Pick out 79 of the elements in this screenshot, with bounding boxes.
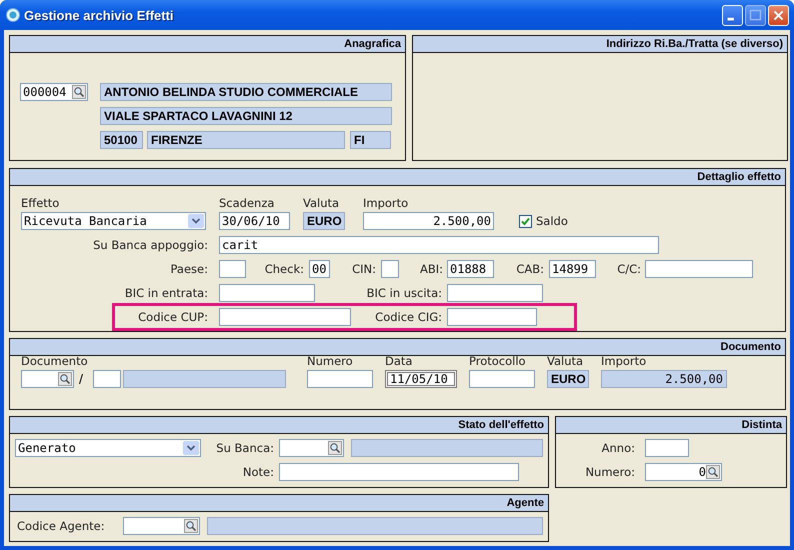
type-dropdown[interactable]: Ricevuta Bancaria xyxy=(21,212,206,230)
abi-field[interactable]: 01888 xyxy=(447,260,494,278)
checkbox-label: Saldo xyxy=(536,213,568,230)
field-label: Codice CIG: xyxy=(374,309,442,326)
bank-field[interactable]: carit xyxy=(219,236,659,254)
name-field: ANTONIO BELINDA STUDIO COMMERCIALE xyxy=(100,83,392,101)
field-label: Su Banca appoggio: xyxy=(92,237,208,254)
section-header: Agente xyxy=(10,495,548,512)
check-digits-field[interactable]: 00 xyxy=(309,260,330,278)
postal-code-field: 50100 xyxy=(100,131,143,149)
chevron-down-icon[interactable] xyxy=(188,214,204,228)
field-label: C/C: xyxy=(616,261,641,278)
due-date-field[interactable]: 30/06/10 xyxy=(219,212,290,230)
section-header: Dettaglio effetto xyxy=(10,169,785,186)
field-label: Data xyxy=(385,354,414,368)
code-field[interactable]: 000004 xyxy=(20,83,88,101)
field-label: CIN: xyxy=(351,261,376,278)
balance-checkbox[interactable] xyxy=(519,214,532,228)
document-type-field[interactable] xyxy=(21,370,74,388)
cup-field[interactable] xyxy=(219,308,351,326)
protocol-field[interactable] xyxy=(469,370,535,388)
chevron-down-icon[interactable] xyxy=(183,441,199,455)
slash-separator xyxy=(79,374,83,384)
search-icon[interactable] xyxy=(706,465,720,479)
date-field[interactable]: 11/05/10 xyxy=(385,370,457,388)
field-label: Documento xyxy=(21,354,89,368)
app-icon xyxy=(6,8,20,22)
search-icon[interactable] xyxy=(58,372,72,386)
amount-field[interactable]: 2.500,00 xyxy=(363,212,494,230)
field-label: Importo xyxy=(601,354,648,368)
field-label: Scadenza xyxy=(219,196,276,210)
cab-field[interactable]: 14899 xyxy=(549,260,596,278)
field-label: Valuta xyxy=(303,196,340,210)
year-field[interactable] xyxy=(645,439,689,457)
search-icon[interactable] xyxy=(72,85,86,99)
section-header: Indirizzo Ri.Ba./Tratta (se diverso) xyxy=(413,36,787,53)
field-label: Codice CUP: xyxy=(137,309,208,326)
address-field: VIALE SPARTACO LAVAGNINI 12 xyxy=(100,107,392,125)
country-field[interactable] xyxy=(219,260,246,278)
field-label: Effetto xyxy=(21,196,60,210)
field-label: Valuta xyxy=(547,354,584,368)
agent-code-field[interactable] xyxy=(123,517,200,535)
bic-out-field[interactable] xyxy=(447,284,543,302)
currency-field: EURO xyxy=(547,370,589,388)
field-label: Paese: xyxy=(170,261,208,278)
section-header: Anagrafica xyxy=(10,36,405,53)
section-header: Documento xyxy=(10,339,785,356)
number-field[interactable] xyxy=(307,370,373,388)
field-label: Codice Agente: xyxy=(17,518,106,535)
section-header: Stato dell'effetto xyxy=(10,417,548,434)
province-field: FI xyxy=(350,131,391,149)
field-label: Numero xyxy=(307,354,354,368)
amount-field: 2.500,00 xyxy=(601,370,727,388)
window-title: Gestione archivio Effetti xyxy=(24,8,174,22)
bic-in-field[interactable] xyxy=(219,284,315,302)
field-label: BIC in entrata: xyxy=(124,285,208,302)
cin-field[interactable] xyxy=(381,260,399,278)
field-label: ABI: xyxy=(418,261,443,278)
field-label: Anno: xyxy=(600,440,635,457)
city-field: FIRENZE xyxy=(147,131,345,149)
field-label: Su Banca: xyxy=(215,440,274,457)
currency-field: EURO xyxy=(303,212,345,230)
field-label: CAB: xyxy=(515,261,544,278)
notes-field[interactable] xyxy=(279,463,519,481)
field-label: Note: xyxy=(242,464,274,481)
field-label: Importo xyxy=(363,196,408,210)
status-dropdown[interactable]: Generato xyxy=(15,439,201,457)
search-icon[interactable] xyxy=(184,519,198,533)
search-icon[interactable] xyxy=(328,441,342,455)
account-field[interactable] xyxy=(645,260,753,278)
field-label: BIC in uscita: xyxy=(366,285,442,302)
cig-field[interactable] xyxy=(447,308,537,326)
field-label: Protocollo xyxy=(469,354,527,368)
series-field[interactable] xyxy=(93,370,121,388)
batch-number-field[interactable]: 0 xyxy=(645,463,722,481)
section-header: Distinta xyxy=(556,417,786,434)
field-label: Numero: xyxy=(584,464,635,481)
bank-code-field[interactable] xyxy=(279,439,344,457)
field-label: Check: xyxy=(264,261,304,278)
